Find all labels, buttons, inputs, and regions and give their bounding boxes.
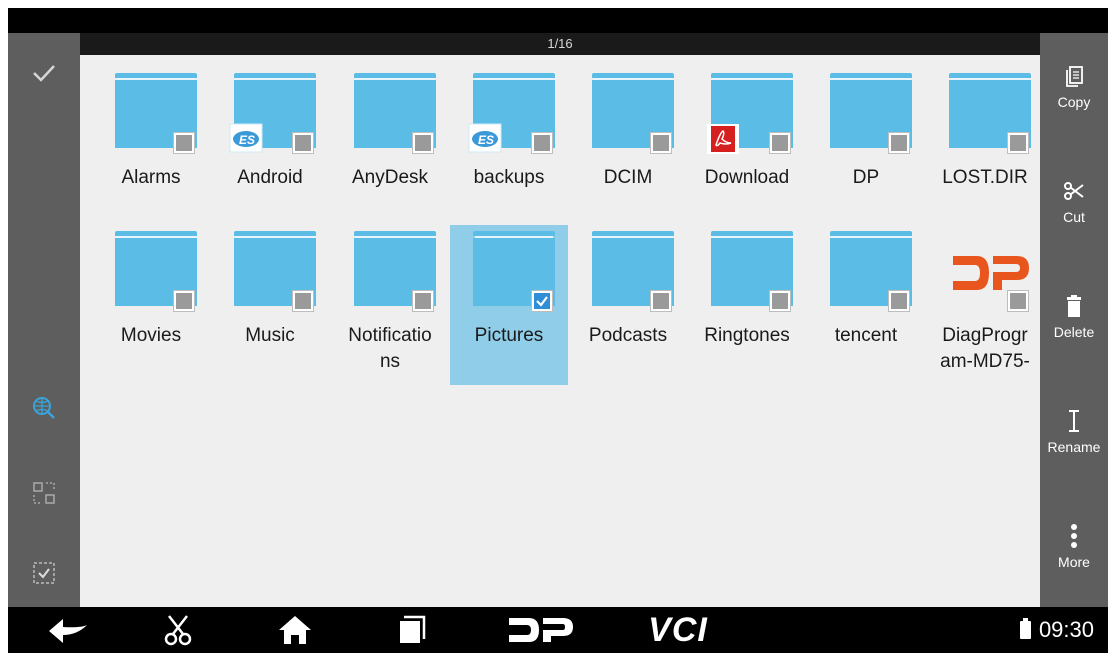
select-checkbox[interactable] — [1007, 132, 1029, 154]
home-icon — [279, 616, 311, 644]
folder-name: DiagProgr am-MD75- — [940, 325, 1030, 372]
folder-item[interactable]: Ringtones — [688, 225, 806, 385]
page-counter: 1/16 — [80, 33, 1040, 55]
check-icon — [33, 65, 55, 82]
left-toolbar — [8, 33, 80, 607]
pdf-icon — [706, 123, 740, 154]
es-app-icon: ES — [468, 123, 502, 153]
folder-name: Podcasts — [588, 325, 668, 346]
rename-label: Rename — [1047, 439, 1101, 455]
folder-item[interactable]: Notificatio ns — [331, 225, 449, 385]
folder-item[interactable]: DiagProgr am-MD75- — [926, 225, 1044, 385]
delete-label: Delete — [1053, 324, 1095, 340]
select-box-icon — [33, 562, 55, 584]
select-checkbox[interactable] — [888, 132, 910, 154]
folder-item[interactable]: AnyDesk — [331, 67, 449, 227]
back-icon — [49, 619, 87, 643]
cut-label: Cut — [1063, 209, 1085, 225]
folder-item[interactable]: Alarms — [92, 67, 210, 227]
recents-button[interactable] — [386, 607, 436, 653]
folder-name: Ringtones — [704, 325, 790, 346]
copy-label: Copy — [1057, 94, 1091, 110]
select-checkbox[interactable] — [1007, 290, 1029, 312]
folder-item[interactable]: Download — [688, 67, 806, 227]
more-button[interactable]: More — [1040, 521, 1108, 570]
folder-item[interactable]: ES Android — [211, 67, 329, 227]
folder-name: tencent — [834, 325, 898, 346]
folder-item[interactable]: tencent — [807, 225, 925, 385]
select-checkbox[interactable] — [531, 290, 553, 312]
system-nav-bar: VCI 09:30 — [8, 607, 1108, 653]
es-app-icon: ES — [229, 123, 263, 153]
trash-icon — [1067, 295, 1081, 317]
select-checkbox[interactable] — [412, 290, 434, 312]
confirm-button[interactable] — [8, 53, 80, 93]
select-checkbox[interactable] — [292, 132, 314, 154]
clock-time: 09:30 — [1038, 617, 1094, 642]
rename-button[interactable]: Rename — [1040, 406, 1108, 455]
folder-name: DP — [852, 167, 880, 188]
folder-name: Alarms — [121, 167, 181, 188]
check-icon — [536, 296, 548, 307]
cut-shortcut-button[interactable] — [153, 607, 203, 653]
folder-name: Android — [237, 167, 303, 188]
select-checkbox[interactable] — [173, 132, 195, 154]
cut-button[interactable]: Cut — [1040, 176, 1108, 225]
select-all-button[interactable] — [8, 553, 80, 593]
folder-item[interactable]: Pictures — [450, 225, 568, 385]
vci-logo: VCI — [648, 610, 708, 649]
folder-name: Download — [704, 167, 790, 188]
copy-icon — [1066, 66, 1083, 87]
svg-text:ES: ES — [239, 133, 255, 147]
scissors-icon — [164, 615, 192, 646]
select-checkbox[interactable] — [888, 290, 910, 312]
select-checkbox[interactable] — [292, 290, 314, 312]
folder-item[interactable]: Podcasts — [569, 225, 687, 385]
delete-button[interactable]: Delete — [1040, 291, 1108, 340]
folder-name: backups — [473, 167, 545, 188]
folder-name: LOST.DIR — [942, 167, 1028, 188]
folder-item[interactable]: LOST.DIR — [926, 67, 1044, 227]
dp-logo-button[interactable] — [500, 607, 580, 653]
dp-logo-icon — [953, 256, 1029, 290]
select-checkbox[interactable] — [769, 290, 791, 312]
folder-item[interactable]: Movies — [92, 225, 210, 385]
folder-name: Movies — [120, 325, 182, 346]
select-checkbox[interactable] — [531, 132, 553, 154]
scan-icon — [33, 482, 55, 504]
vci-button[interactable]: VCI — [638, 607, 718, 653]
back-button[interactable] — [38, 607, 98, 653]
file-grid: Alarms ES Android AnyDesk ES backups DCIM Downl… — [80, 33, 1040, 607]
battery-icon — [1019, 618, 1031, 639]
action-toolbar: Copy Cut Delete Rename More — [1040, 33, 1108, 607]
scissors-icon — [1064, 182, 1084, 200]
folder-item[interactable]: DCIM — [569, 67, 687, 227]
globe-search-icon — [33, 397, 55, 419]
select-checkbox[interactable] — [650, 290, 672, 312]
dp-logo-icon — [509, 618, 573, 642]
home-button[interactable] — [270, 607, 320, 653]
folder-item[interactable]: ES backups — [450, 67, 568, 227]
folder-name: Notificatio ns — [348, 325, 432, 372]
select-checkbox[interactable] — [173, 290, 195, 312]
folder-name: Music — [245, 325, 295, 346]
select-checkbox[interactable] — [769, 132, 791, 154]
copy-button[interactable]: Copy — [1040, 61, 1108, 110]
recents-icon — [400, 615, 426, 643]
more-label: More — [1058, 554, 1090, 570]
select-checkbox[interactable] — [650, 132, 672, 154]
svg-text:ES: ES — [478, 133, 494, 147]
network-search-button[interactable] — [8, 388, 80, 428]
folder-name: Pictures — [474, 325, 544, 346]
select-checkbox[interactable] — [412, 132, 434, 154]
folder-name: DCIM — [603, 167, 653, 188]
folder-name: AnyDesk — [351, 167, 429, 188]
folder-item[interactable]: Music — [211, 225, 329, 385]
folder-item[interactable]: DP — [807, 67, 925, 227]
status-clock: 09:30 — [1019, 607, 1094, 653]
scan-button[interactable] — [8, 473, 80, 513]
more-vert-icon — [1071, 524, 1077, 548]
device-screen: Alarms ES Android AnyDesk ES backups DCIM Downl… — [8, 8, 1108, 653]
text-cursor-icon — [1069, 410, 1079, 432]
